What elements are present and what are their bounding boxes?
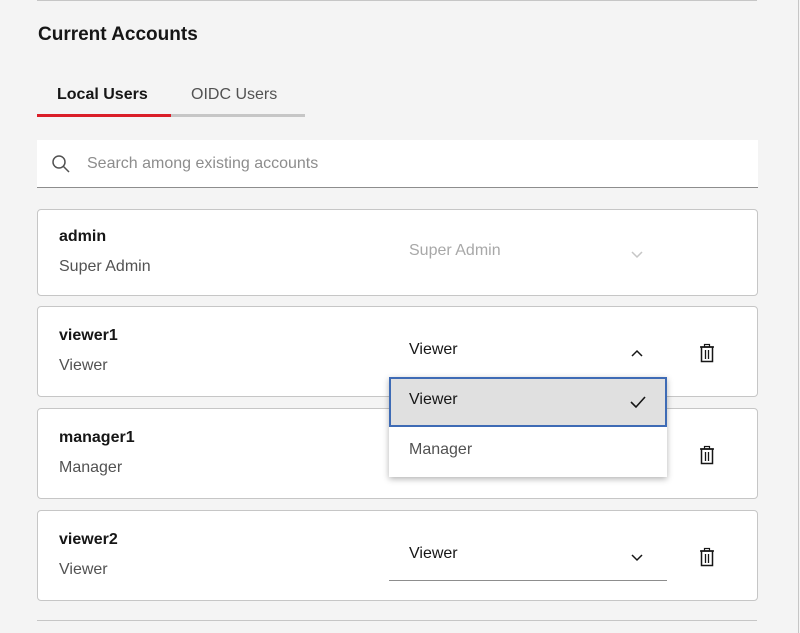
bottom-divider: [37, 620, 757, 621]
role-select-value: Super Admin: [409, 242, 501, 259]
account-card-viewer2: viewer2 Viewer Viewer: [37, 510, 758, 601]
dropdown-option-viewer[interactable]: Viewer: [389, 377, 667, 427]
role-select-open[interactable]: Viewer: [389, 329, 667, 377]
account-name: manager1: [59, 429, 135, 446]
search-bar: [37, 140, 758, 188]
account-role: Viewer: [59, 357, 108, 374]
section-title: Current Accounts: [38, 24, 198, 45]
account-name: viewer1: [59, 327, 118, 344]
right-divider: [798, 0, 799, 633]
tab-local-users[interactable]: Local Users: [37, 78, 171, 117]
role-select-value: Viewer: [409, 341, 458, 358]
account-role: Viewer: [59, 561, 108, 578]
search-icon: [52, 155, 70, 173]
account-role: Super Admin: [59, 258, 151, 275]
option-label: Viewer: [409, 391, 458, 408]
chevron-up-icon: [631, 349, 643, 357]
account-name: viewer2: [59, 531, 118, 548]
account-card-admin: admin Super Admin Super Admin: [37, 209, 758, 296]
role-select-value: Viewer: [409, 545, 458, 562]
account-name: admin: [59, 228, 107, 245]
trash-icon[interactable]: [697, 343, 717, 363]
chevron-down-icon: [631, 251, 643, 259]
top-divider: [37, 0, 757, 1]
trash-icon[interactable]: [697, 445, 717, 465]
account-role: Manager: [59, 459, 123, 476]
trash-icon[interactable]: [697, 547, 717, 567]
tab-oidc-users[interactable]: OIDC Users: [171, 78, 305, 117]
option-label: Manager: [409, 441, 473, 458]
chevron-down-icon: [631, 554, 643, 562]
role-select[interactable]: Viewer: [389, 533, 667, 581]
role-select-disabled: Super Admin: [389, 230, 667, 278]
checkmark-icon: [630, 396, 646, 409]
dropdown-option-manager[interactable]: Manager: [389, 427, 667, 477]
search-input[interactable]: [87, 140, 737, 187]
account-tabs: Local Users OIDC Users: [37, 78, 305, 117]
role-dropdown-menu: Viewer Manager: [389, 377, 667, 477]
